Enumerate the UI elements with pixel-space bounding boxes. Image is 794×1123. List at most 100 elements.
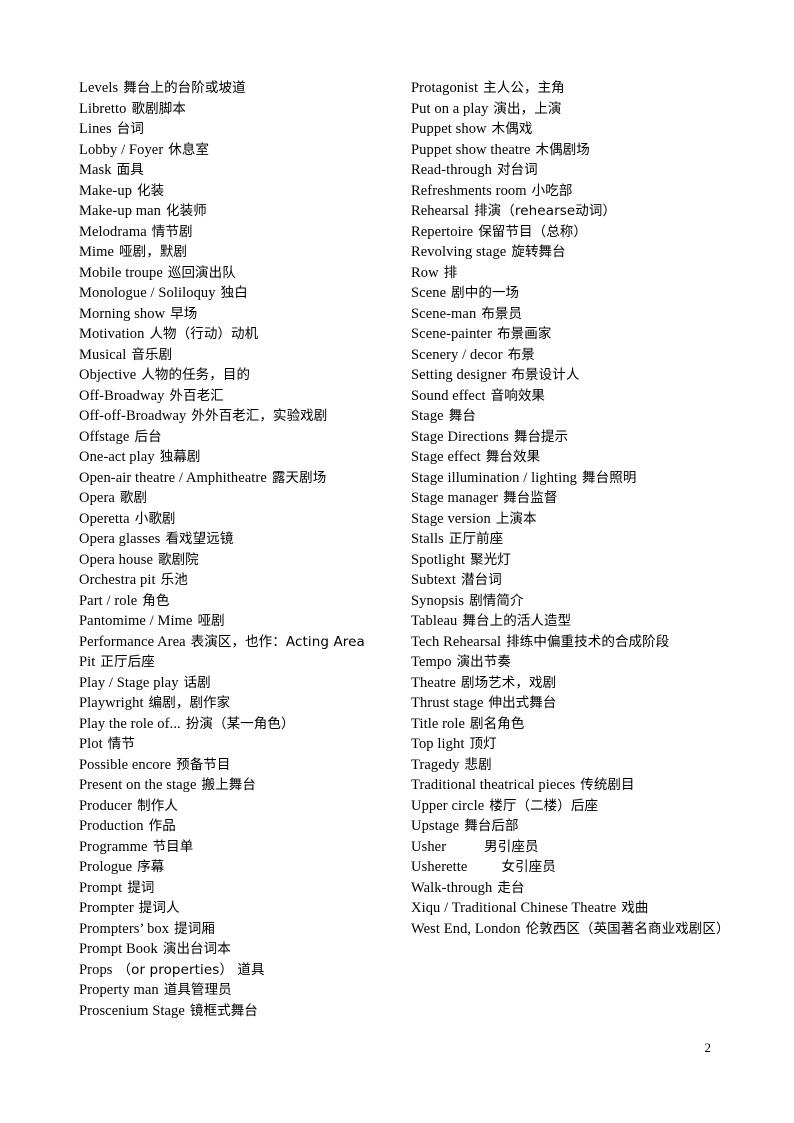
- glossary-gloss: 扮演（某一角色）: [185, 715, 295, 732]
- glossary-term: Read-through: [411, 162, 492, 178]
- glossary-gloss: 巡回演出队: [167, 264, 236, 281]
- glossary-entry: Tableau 舞台上的活人造型: [411, 611, 751, 632]
- glossary-entry: Synopsis 剧情简介: [411, 591, 751, 612]
- glossary-gloss: 剧场艺术，戏剧: [460, 674, 557, 691]
- glossary-term: Put on a play: [411, 100, 489, 117]
- glossary-gloss: 木偶戏: [491, 121, 533, 137]
- glossary-term: Scene: [411, 285, 447, 301]
- glossary-entry: Repertoire 保留节目（总称）: [411, 222, 751, 243]
- glossary-entry: Prologue 序幕: [79, 857, 399, 878]
- glossary-entry: Opera glasses 看戏望远镜: [79, 529, 399, 550]
- glossary-gloss: 搬上舞台: [201, 777, 256, 793]
- glossary-term: Playwright: [79, 695, 144, 711]
- glossary-term: Usherette: [411, 859, 468, 875]
- glossary-entry: Put on a play 演出，上演: [411, 99, 751, 120]
- glossary-entry: Property man 道具管理员: [79, 980, 399, 1001]
- glossary-gloss: （or properties） 道具: [117, 961, 265, 978]
- glossary-column-right: Protagonist 主人公，主角 Put on a play 演出，上演 Puppe…: [411, 78, 751, 939]
- glossary-entry: Levels 舞台上的台阶或坡道: [79, 78, 399, 99]
- glossary-term: Subtext: [411, 572, 457, 588]
- glossary-gloss: 男引座员: [484, 838, 539, 855]
- glossary-gloss: 歌剧: [119, 490, 148, 506]
- glossary-entry: Tempo 演出节奏: [411, 652, 751, 673]
- glossary-entry: Thrust stage 伸出式舞台: [411, 693, 751, 714]
- glossary-gloss: 伸出式舞台: [488, 695, 557, 711]
- glossary-term: Open-air theatre / Amphitheatre: [79, 469, 267, 486]
- glossary-term: Orchestra pit: [79, 572, 156, 588]
- glossary-entry: Pantomime / Mime 哑剧: [79, 611, 399, 632]
- glossary-entry: Stage Directions 舞台提示: [411, 427, 751, 448]
- glossary-gloss: 舞台上的活人造型: [462, 613, 572, 629]
- glossary-entry: Puppet show 木偶戏: [411, 119, 751, 140]
- glossary-entry: Scene-painter 布景画家: [411, 324, 751, 345]
- glossary-entry: Props （or properties） 道具: [79, 960, 399, 981]
- glossary-gloss: 小歌剧: [134, 510, 176, 527]
- glossary-term: Make-up man: [79, 203, 162, 219]
- glossary-entry: Make-up 化装: [79, 181, 399, 202]
- glossary-entry: Top light 顶灯: [411, 734, 751, 755]
- glossary-term: West End, London: [411, 920, 521, 937]
- glossary-term: Play the role of...: [79, 715, 181, 732]
- glossary-entry: Puppet show theatre 木偶剧场: [411, 140, 751, 161]
- glossary-entry: Stage effect 舞台效果: [411, 447, 751, 468]
- glossary-term: Protagonist: [411, 80, 479, 96]
- glossary-term: Off-off-Broadway: [79, 408, 187, 424]
- glossary-entry: Spotlight 聚光灯: [411, 550, 751, 571]
- glossary-entry: Tech Rehearsal 排练中偏重技术的合成阶段: [411, 632, 751, 653]
- glossary-entry: Prompters’ box 提词厢: [79, 919, 399, 940]
- glossary-term: Upper circle: [411, 797, 485, 814]
- glossary-term: Prologue: [79, 859, 133, 875]
- glossary-gloss: 外外百老汇，实验戏剧: [191, 408, 328, 424]
- glossary-term: Repertoire: [411, 223, 474, 240]
- glossary-term: Mask: [79, 162, 112, 178]
- glossary-entry: Xiqu / Traditional Chinese Theatre 戏曲: [411, 898, 751, 919]
- glossary-entry: Open-air theatre / Amphitheatre 露天剧场: [79, 468, 399, 489]
- glossary-gloss: 歌剧院: [157, 551, 199, 568]
- glossary-entry: One-act play 独幕剧: [79, 447, 399, 468]
- glossary-term: Prompt: [79, 879, 123, 896]
- glossary-term: Motivation: [79, 326, 145, 342]
- glossary-entry: Upstage 舞台后部: [411, 816, 751, 837]
- glossary-term: Objective: [79, 367, 137, 383]
- glossary-entry: Traditional theatrical pieces 传统剧目: [411, 775, 751, 796]
- glossary-gloss: 音响效果: [490, 387, 546, 404]
- glossary-gloss: 舞台上的台阶或坡道: [123, 80, 246, 96]
- glossary-gloss: 传统剧目: [580, 777, 635, 793]
- glossary-term: Scenery / decor: [411, 346, 503, 363]
- glossary-gloss: 走台: [497, 879, 525, 896]
- glossary-gloss: 序幕: [137, 859, 165, 875]
- glossary-entry: Read-through 对台词: [411, 160, 751, 181]
- glossary-gloss: 早场: [170, 305, 198, 322]
- glossary-gloss: 潜台词: [461, 572, 502, 588]
- glossary-term: Pantomime / Mime: [79, 613, 193, 629]
- glossary-term: Theatre: [411, 674, 456, 691]
- glossary-term: Play / Stage play: [79, 674, 179, 691]
- glossary-term: Producer: [79, 797, 133, 814]
- glossary-gloss: 布景员: [481, 305, 523, 322]
- glossary-entry: Monologue / Soliloquy 独白: [79, 283, 399, 304]
- document-page: Levels 舞台上的台阶或坡道 Libretto 歌剧脚本 Lines 台词 Lobby …: [0, 0, 794, 1123]
- glossary-entry: Motivation 人物（行动）动机: [79, 324, 399, 345]
- glossary-entry: Prompt Book 演出台词本: [79, 939, 399, 960]
- glossary-term: Stage illumination / lighting: [411, 469, 578, 486]
- glossary-term: Off-Broadway: [79, 387, 165, 404]
- glossary-entry: Title role 剧名角色: [411, 714, 751, 735]
- glossary-gloss: 镜框式舞台: [189, 1002, 258, 1019]
- glossary-entry: Production 作品: [79, 816, 399, 837]
- glossary-entry: Setting designer 布景设计人: [411, 365, 751, 386]
- glossary-gloss: 角色: [142, 592, 170, 609]
- glossary-entry: Prompter 提词人: [79, 898, 399, 919]
- glossary-gloss: 剧中的一场: [451, 285, 520, 301]
- glossary-gloss: 预备节目: [176, 756, 231, 773]
- glossary-gloss: 编剧，剧作家: [148, 695, 231, 711]
- glossary-term: Property man: [79, 982, 159, 998]
- glossary-entry: Possible encore 预备节目: [79, 755, 399, 776]
- glossary-gloss: 情节: [107, 736, 135, 752]
- glossary-gloss: 道具管理员: [163, 982, 232, 998]
- glossary-entry: Stage 舞台: [411, 406, 751, 427]
- glossary-entry: Revolving stage 旋转舞台: [411, 242, 751, 263]
- glossary-entry: Opera 歌剧: [79, 488, 399, 509]
- glossary-gloss: 排练中偏重技术的合成阶段: [506, 633, 670, 650]
- glossary-gloss: 布景画家: [497, 326, 552, 342]
- glossary-entry: Melodrama 情节剧: [79, 222, 399, 243]
